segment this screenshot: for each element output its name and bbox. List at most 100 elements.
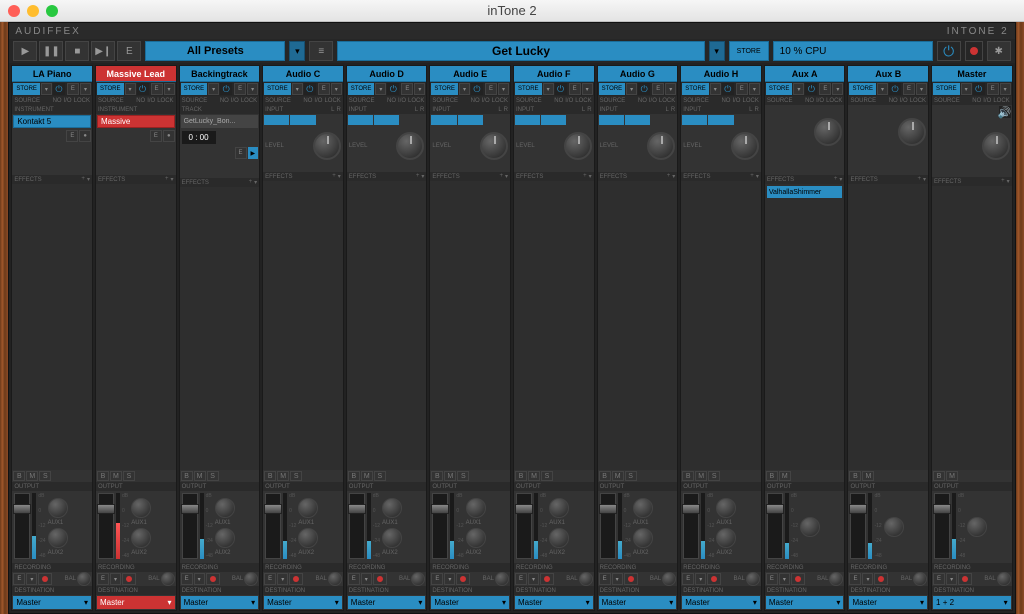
level-knob[interactable] (731, 132, 759, 160)
fx-menu[interactable]: ▾ (421, 173, 424, 180)
bms-s[interactable]: S (290, 471, 302, 481)
ch-store[interactable]: STORE (766, 83, 793, 95)
aux1-knob[interactable] (48, 498, 68, 518)
rec-arm[interactable] (373, 573, 387, 585)
ch-edit[interactable]: E (67, 83, 79, 95)
channel-name[interactable]: Massive Lead (96, 66, 176, 82)
bms-m[interactable]: M (946, 471, 958, 481)
channel-name[interactable]: Audio F (514, 66, 594, 82)
src-io[interactable]: I/O (64, 98, 72, 104)
rec-arm[interactable] (958, 573, 972, 585)
song-dropdown[interactable]: ▾ (709, 41, 725, 61)
fx-add[interactable]: + (583, 173, 587, 180)
global-power[interactable]: ⏻ (937, 41, 961, 61)
track-play-icon[interactable]: ▶ (248, 147, 259, 159)
bms-s[interactable]: S (207, 471, 219, 481)
destination-select[interactable]: Master▾ (766, 596, 844, 609)
bms-b[interactable]: B (599, 471, 611, 481)
volume-fader[interactable] (98, 493, 114, 559)
src-no[interactable]: NO (136, 98, 145, 104)
ch-store[interactable]: STORE (181, 83, 208, 95)
ch-edit[interactable]: E (652, 83, 664, 95)
ch-store-dd[interactable]: ▾ (208, 83, 219, 95)
balance-knob[interactable] (161, 572, 175, 586)
track-file[interactable]: GetLucky_Bon... (181, 115, 259, 128)
bms-s[interactable]: S (39, 471, 51, 481)
ch-menu[interactable]: ▾ (498, 83, 509, 95)
ch-power-icon[interactable]: ⏻ (555, 83, 567, 95)
fx-slot[interactable]: ValhallaShimmer (767, 186, 843, 198)
ch-edit[interactable]: E (151, 83, 163, 95)
level-knob[interactable] (564, 132, 592, 160)
channel-name[interactable]: Master (932, 66, 1012, 82)
bms-m[interactable]: M (361, 471, 373, 481)
bms-s[interactable]: S (541, 471, 553, 481)
rec-edit[interactable]: E (13, 573, 25, 585)
fx-add[interactable]: + (249, 179, 253, 186)
rec-edit[interactable]: E (766, 573, 778, 585)
instrument-slot[interactable]: Massive (97, 115, 175, 128)
volume-fader[interactable] (265, 493, 281, 559)
balance-knob[interactable] (77, 572, 91, 586)
fx-add[interactable]: + (165, 176, 169, 183)
input-r[interactable] (458, 115, 483, 125)
rec-edit[interactable]: E (348, 573, 360, 585)
volume-fader[interactable] (683, 493, 699, 559)
balance-knob[interactable] (913, 572, 927, 586)
rec-arm[interactable] (206, 573, 220, 585)
ch-power-icon[interactable]: ⏻ (387, 83, 399, 95)
ch-menu[interactable]: ▾ (749, 83, 760, 95)
aux2-knob[interactable] (48, 528, 68, 548)
fx-add[interactable]: + (416, 173, 420, 180)
src-io[interactable]: I/O (482, 98, 490, 104)
bms-s[interactable]: S (374, 471, 386, 481)
input-off[interactable] (317, 115, 342, 125)
input-r[interactable] (290, 115, 315, 125)
level-knob[interactable] (814, 118, 842, 146)
src-io[interactable]: I/O (147, 98, 155, 104)
bms-m[interactable]: M (528, 471, 540, 481)
effects-area[interactable] (848, 184, 928, 470)
input-l[interactable] (515, 115, 540, 125)
ch-power-icon[interactable]: ⏻ (973, 83, 985, 95)
volume-fader[interactable] (182, 493, 198, 559)
ch-edit[interactable]: E (987, 83, 999, 95)
ch-edit[interactable]: E (234, 83, 246, 95)
level-knob[interactable] (647, 132, 675, 160)
level-knob[interactable] (982, 132, 1010, 160)
effects-area[interactable] (514, 181, 594, 470)
volume-fader[interactable] (349, 493, 365, 559)
fx-add[interactable]: + (667, 173, 671, 180)
balance-knob[interactable] (411, 572, 425, 586)
fx-add[interactable]: + (499, 173, 503, 180)
channel-name[interactable]: Aux B (848, 66, 928, 82)
balance-knob[interactable] (746, 572, 760, 586)
balance-knob[interactable] (829, 572, 843, 586)
aux2-knob[interactable] (215, 528, 235, 548)
rec-arm[interactable] (540, 573, 554, 585)
destination-select[interactable]: Master▾ (682, 596, 760, 609)
effects-area[interactable] (12, 184, 92, 470)
ch-store-dd[interactable]: ▾ (292, 83, 303, 95)
bms-b[interactable]: B (849, 471, 861, 481)
volume-fader[interactable] (850, 493, 866, 559)
aux2-knob[interactable] (131, 528, 151, 548)
ch-edit[interactable]: E (819, 83, 831, 95)
preset-dropdown[interactable]: ▾ (289, 41, 305, 61)
src-no[interactable]: NO (805, 98, 814, 104)
input-off[interactable] (484, 115, 509, 125)
rec-arm[interactable] (456, 573, 470, 585)
destination-select[interactable]: Master▾ (431, 596, 509, 609)
aux1-knob[interactable] (466, 498, 486, 518)
effects-area[interactable] (96, 184, 176, 470)
ch-store[interactable]: STORE (933, 83, 960, 95)
effects-area[interactable] (681, 181, 761, 470)
src-io[interactable]: I/O (314, 98, 322, 104)
volume-fader[interactable] (600, 493, 616, 559)
fx-menu[interactable]: ▾ (923, 176, 926, 183)
channel-name[interactable]: Aux A (765, 66, 845, 82)
destination-select[interactable]: Master▾ (599, 596, 677, 609)
input-l[interactable] (682, 115, 707, 125)
rec-edit[interactable]: E (933, 573, 945, 585)
ch-edit[interactable]: E (401, 83, 413, 95)
